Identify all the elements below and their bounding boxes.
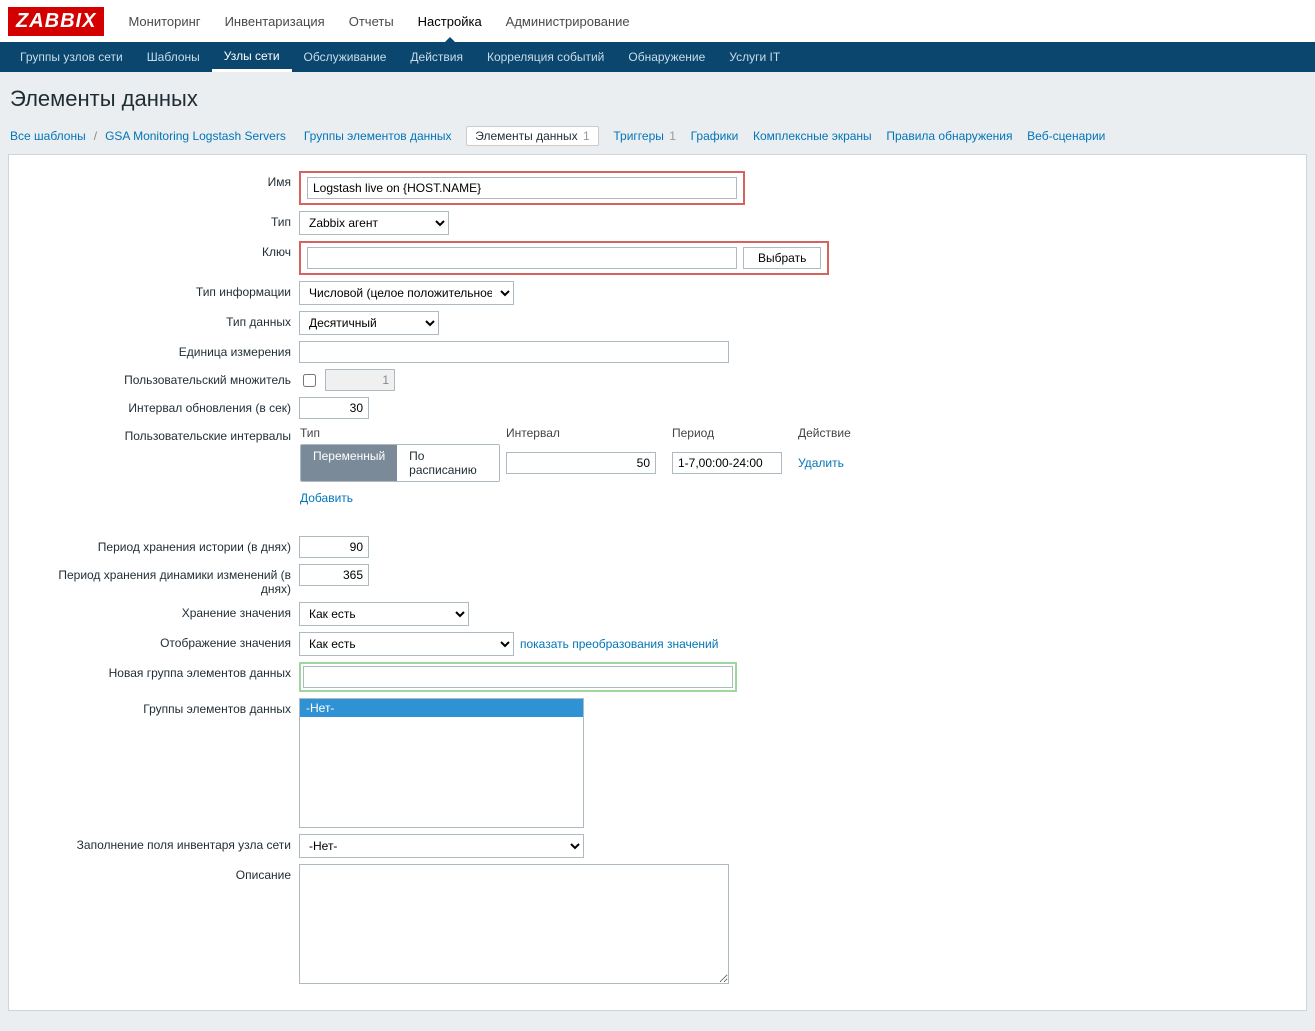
interval-add-link[interactable]: Добавить bbox=[300, 491, 353, 505]
tab-items[interactable]: Элементы данных 1 bbox=[466, 126, 599, 146]
highlight-name bbox=[299, 171, 745, 205]
info-type-select[interactable]: Числовой (целое положительное) bbox=[299, 281, 514, 305]
label-name: Имя bbox=[29, 171, 299, 189]
breadcrumb: Все шаблоны / GSA Monitoring Logstash Se… bbox=[0, 122, 1315, 154]
seg-scheduling[interactable]: По расписанию bbox=[397, 445, 499, 481]
data-type-select[interactable]: Десятичный bbox=[299, 311, 439, 335]
topnav-item-inventory[interactable]: Инвентаризация bbox=[213, 0, 337, 42]
tab-items-count: 1 bbox=[583, 129, 590, 143]
interval-period-input[interactable] bbox=[672, 452, 782, 474]
trends-input[interactable] bbox=[299, 564, 369, 586]
label-custom-intervals: Пользовательские интервалы bbox=[29, 425, 299, 443]
label-trends: Период хранения динамики изменений (в дн… bbox=[29, 564, 299, 596]
topnav-item-reports[interactable]: Отчеты bbox=[337, 0, 406, 42]
unit-input[interactable] bbox=[299, 341, 729, 363]
col-period: Период bbox=[672, 426, 792, 440]
subnav-item-it-services[interactable]: Услуги IT bbox=[717, 42, 792, 72]
update-interval-input[interactable] bbox=[299, 397, 369, 419]
tab-items-label: Элементы данных bbox=[475, 129, 577, 143]
type-select[interactable]: Zabbix агент bbox=[299, 211, 449, 235]
crumb-all-templates[interactable]: Все шаблоны bbox=[10, 129, 86, 143]
custom-intervals-box: Тип Интервал Период Действие Переменный … bbox=[299, 425, 839, 506]
tab-triggers-label: Триггеры bbox=[613, 129, 664, 143]
logo: ZABBIX bbox=[8, 7, 104, 36]
label-key: Ключ bbox=[29, 241, 299, 259]
tab-screens[interactable]: Комплексные экраны bbox=[753, 129, 872, 143]
label-info-type: Тип информации bbox=[29, 281, 299, 299]
key-input[interactable] bbox=[307, 247, 737, 269]
page-title: Элементы данных bbox=[0, 72, 1315, 122]
groups-listbox[interactable]: -Нет- bbox=[299, 698, 584, 828]
label-new-group: Новая группа элементов данных bbox=[29, 662, 299, 680]
subnav-item-hostgroups[interactable]: Группы узлов сети bbox=[8, 42, 135, 72]
interval-delete-link[interactable]: Удалить bbox=[798, 456, 858, 470]
groups-option-none[interactable]: -Нет- bbox=[300, 699, 583, 717]
multiplier-input bbox=[325, 369, 395, 391]
form-panel: Имя Тип Zabbix агент Ключ Выбрать Тип ин… bbox=[8, 154, 1307, 1011]
subnav-item-correlation[interactable]: Корреляция событий bbox=[475, 42, 616, 72]
topnav-item-configuration[interactable]: Настройка bbox=[406, 0, 494, 42]
col-interval: Интервал bbox=[506, 426, 666, 440]
subnav-item-templates[interactable]: Шаблоны bbox=[135, 42, 212, 72]
highlight-key: Выбрать bbox=[299, 241, 829, 275]
label-data-type: Тип данных bbox=[29, 311, 299, 329]
subnav-item-maintenance[interactable]: Обслуживание bbox=[292, 42, 399, 72]
topbar: ZABBIX Мониторинг Инвентаризация Отчеты … bbox=[0, 0, 1315, 42]
tab-web-scenarios[interactable]: Веб-сценарии bbox=[1027, 129, 1105, 143]
tab-triggers[interactable]: Триггеры 1 bbox=[613, 129, 676, 143]
label-store-value: Хранение значения bbox=[29, 602, 299, 620]
seg-flexible[interactable]: Переменный bbox=[301, 445, 397, 481]
interval-type-toggle: Переменный По расписанию bbox=[300, 444, 500, 482]
topnav-item-monitoring[interactable]: Мониторинг bbox=[116, 0, 212, 42]
tab-item-groups[interactable]: Группы элементов данных bbox=[304, 129, 452, 143]
col-action: Действие bbox=[798, 426, 858, 440]
highlight-new-group bbox=[299, 662, 737, 692]
label-groups: Группы элементов данных bbox=[29, 698, 299, 716]
show-value-mappings-link[interactable]: показать преобразования значений bbox=[520, 637, 718, 651]
tab-graphs[interactable]: Графики bbox=[691, 129, 739, 143]
key-select-button[interactable]: Выбрать bbox=[743, 247, 821, 269]
subnav-item-actions[interactable]: Действия bbox=[398, 42, 475, 72]
store-value-select[interactable]: Как есть bbox=[299, 602, 469, 626]
tab-triggers-count: 1 bbox=[669, 129, 676, 143]
crumb-template[interactable]: GSA Monitoring Logstash Servers bbox=[105, 129, 286, 143]
interval-value-input[interactable] bbox=[506, 452, 656, 474]
show-value-select[interactable]: Как есть bbox=[299, 632, 514, 656]
label-multiplier: Пользовательский множитель bbox=[29, 369, 299, 387]
subnav-item-hosts[interactable]: Узлы сети bbox=[212, 42, 292, 72]
description-textarea[interactable] bbox=[299, 864, 729, 984]
subnav: Группы узлов сети Шаблоны Узлы сети Обсл… bbox=[0, 42, 1315, 72]
multiplier-checkbox[interactable] bbox=[303, 374, 316, 387]
label-description: Описание bbox=[29, 864, 299, 882]
label-update-interval: Интервал обновления (в сек) bbox=[29, 397, 299, 415]
label-inventory: Заполнение поля инвентаря узла сети bbox=[29, 834, 299, 852]
col-type: Тип bbox=[300, 426, 500, 440]
inventory-select[interactable]: -Нет- bbox=[299, 834, 584, 858]
tab-discovery-rules[interactable]: Правила обнаружения bbox=[886, 129, 1012, 143]
name-input[interactable] bbox=[307, 177, 737, 199]
topnav: Мониторинг Инвентаризация Отчеты Настрой… bbox=[116, 0, 641, 42]
label-type: Тип bbox=[29, 211, 299, 229]
label-history: Период хранения истории (в днях) bbox=[29, 536, 299, 554]
subnav-item-discovery[interactable]: Обнаружение bbox=[616, 42, 717, 72]
new-group-input[interactable] bbox=[303, 666, 733, 688]
topnav-item-administration[interactable]: Администрирование bbox=[494, 0, 642, 42]
separator: / bbox=[94, 129, 97, 143]
label-show-value: Отображение значения bbox=[29, 632, 299, 650]
label-unit: Единица измерения bbox=[29, 341, 299, 359]
history-input[interactable] bbox=[299, 536, 369, 558]
